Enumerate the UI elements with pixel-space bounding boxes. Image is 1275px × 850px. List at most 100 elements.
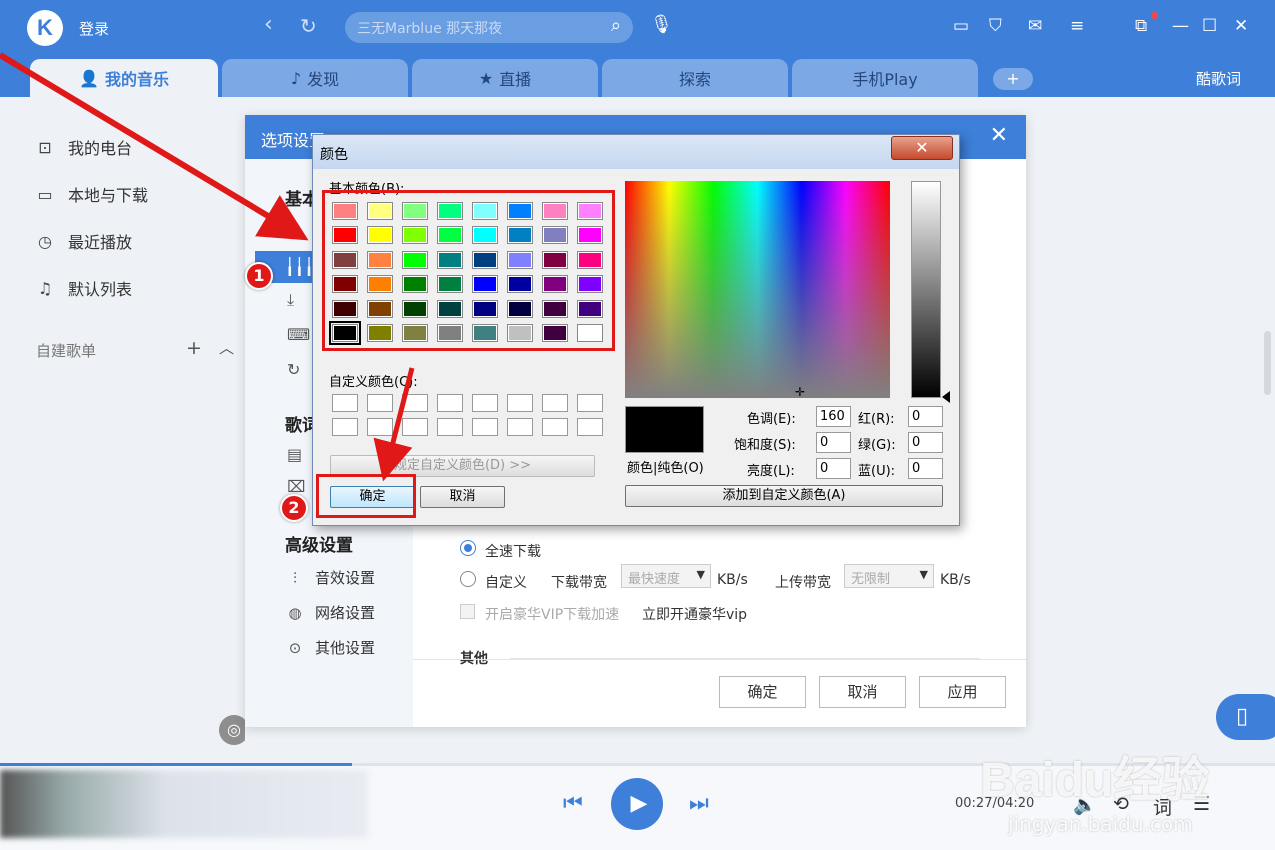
custom-color-swatch[interactable] <box>542 394 568 412</box>
color-spectrum[interactable] <box>625 181 890 398</box>
vip-accel-checkbox[interactable] <box>460 604 475 619</box>
upload-bandwidth-label: 上传带宽 <box>775 575 831 591</box>
color-title-bar: 颜色 ✕ <box>313 135 959 169</box>
nav-sound-effects[interactable]: ⫶ 音效设置 <box>285 567 375 588</box>
options-close-icon[interactable]: ✕ <box>990 123 1008 148</box>
tab-discover[interactable]: ♪ 发现 <box>222 59 408 97</box>
step-1-marker: 1 <box>245 262 273 290</box>
mail-icon[interactable]: ✉ <box>1028 16 1042 36</box>
custom-color-swatch[interactable] <box>507 418 533 436</box>
phone-connect-icon[interactable]: ▯ <box>1216 694 1275 740</box>
crosshair-icon[interactable]: ✛ <box>795 385 805 399</box>
luminance-input[interactable]: 0 <box>816 458 851 479</box>
green-input[interactable]: 0 <box>908 432 943 453</box>
mini-mode-icon[interactable]: ⧉ <box>1135 16 1147 36</box>
add-tab-button[interactable]: + <box>993 68 1033 90</box>
maximize-icon[interactable]: ☐ <box>1202 16 1217 36</box>
hue-input[interactable]: 160 <box>816 406 851 427</box>
custom-color-swatch[interactable] <box>332 394 358 412</box>
color-close-button[interactable]: ✕ <box>891 136 953 160</box>
monitor-icon: ▭ <box>37 184 53 204</box>
custom-color-swatch[interactable] <box>437 418 463 436</box>
search-input[interactable]: 三无Marblue 那天那夜 <box>357 18 502 38</box>
refresh-icon[interactable]: ↻ <box>300 14 317 38</box>
green-label: 绿(G): <box>858 438 896 453</box>
custom-color-swatch[interactable] <box>402 394 428 412</box>
tab-mobile-play[interactable]: 手机Play <box>792 59 978 97</box>
update-icon[interactable]: ↻ <box>287 360 300 379</box>
screen-icon[interactable]: ▭ <box>953 16 969 36</box>
search-box[interactable]: 三无Marblue 那天那夜 ⌕ <box>345 12 633 43</box>
scrollbar[interactable] <box>1264 331 1271 395</box>
previous-icon[interactable]: ⏮ <box>563 791 583 816</box>
section-advanced: 高级设置 <box>285 536 353 556</box>
download-icon[interactable]: ⤓ <box>287 290 294 310</box>
chevron-up-icon[interactable]: ︿ <box>219 337 234 358</box>
kugou-logo[interactable]: K <box>27 10 63 46</box>
options-ok-button[interactable]: 确定 <box>719 676 806 708</box>
custom-color-swatch[interactable] <box>367 394 393 412</box>
playlist-icon: ♫ <box>37 278 53 298</box>
custom-color-swatch[interactable] <box>507 394 533 412</box>
settings-icon[interactable]: ⚙ <box>287 219 301 238</box>
custom-color-swatch[interactable] <box>472 418 498 436</box>
custom-color-swatch[interactable] <box>472 394 498 412</box>
custom-speed-radio[interactable] <box>460 571 476 587</box>
song-info-blurred <box>0 770 368 838</box>
minimize-icon[interactable]: — <box>1172 16 1189 36</box>
vip-link[interactable]: 立即开通豪华vip <box>642 604 747 624</box>
other-section-label: 其他 <box>460 651 488 667</box>
back-icon[interactable]: ‹ <box>264 12 273 37</box>
custom-color-swatch[interactable] <box>437 394 463 412</box>
options-apply-button[interactable]: 应用 <box>919 676 1006 708</box>
tab-live[interactable]: ★ 直播 <box>412 59 598 97</box>
lyrics-button[interactable]: 酷歌词 <box>1196 68 1241 89</box>
options-cancel-button[interactable]: 取消 <box>819 676 906 708</box>
custom-color-swatch[interactable] <box>367 418 393 436</box>
add-playlist-icon[interactable]: + <box>186 337 202 359</box>
red-label: 红(R): <box>858 412 895 427</box>
custom-colors-label: 自定义颜色(C): <box>329 375 418 390</box>
upload-speed-select[interactable]: 无限制 ▼ <box>844 564 934 588</box>
custom-color-swatch[interactable] <box>402 418 428 436</box>
dropdown-arrow-icon: ▼ <box>696 568 705 581</box>
lyrics-icon[interactable]: ▤ <box>287 445 302 464</box>
next-icon[interactable]: ⏭ <box>689 791 709 816</box>
nav-network[interactable]: ◍ 网络设置 <box>285 602 375 623</box>
custom-color-swatch[interactable] <box>577 394 603 412</box>
skin-icon[interactable]: ⛉ <box>989 16 1002 36</box>
luminance-slider[interactable] <box>911 181 941 398</box>
sidebar: ⊡ 我的电台 ▭ 本地与下载 ◷ 最近播放 ♫ 默认列表 自建歌单 + ︿ <box>0 97 245 763</box>
color-cancel-button[interactable]: 取消 <box>420 486 505 508</box>
tab-my-music[interactable]: 👤 我的音乐 <box>30 59 218 97</box>
login-link[interactable]: 登录 <box>79 18 109 39</box>
close-icon[interactable]: ✕ <box>1234 16 1248 36</box>
download-speed-select[interactable]: 最快速度 ▼ <box>621 564 711 588</box>
tab-explore[interactable]: 探索 <box>602 59 788 97</box>
desktop-lyrics-icon[interactable]: ⌧ <box>287 477 305 496</box>
play-button[interactable]: ▶ <box>611 778 663 830</box>
custom-color-swatch[interactable] <box>332 418 358 436</box>
keyboard-icon[interactable]: ⌨ <box>287 325 310 344</box>
sidebar-item-local[interactable]: ▭ 本地与下载 <box>36 182 148 206</box>
sidebar-item-default-list[interactable]: ♫ 默认列表 <box>36 276 132 300</box>
microphone-icon[interactable]: 🎙 <box>650 14 673 35</box>
sidebar-item-recent[interactable]: ◷ 最近播放 <box>36 229 132 253</box>
saturation-input[interactable]: 0 <box>816 432 851 453</box>
luminance-pointer-icon[interactable] <box>942 391 950 403</box>
custom-playlist-header: 自建歌单 <box>36 342 97 360</box>
add-to-custom-colors-button[interactable]: 添加到自定义颜色(A) <box>625 485 943 507</box>
vip-accel-label: 开启豪华VIP下载加速 <box>485 607 620 623</box>
upload-unit: KB/s <box>940 572 971 588</box>
full-speed-radio[interactable] <box>460 540 476 556</box>
nav-other[interactable]: ⊙ 其他设置 <box>285 637 375 658</box>
menu-icon[interactable]: ≡ <box>1070 16 1084 36</box>
hue-label: 色调(E): <box>747 412 796 427</box>
sidebar-item-radio[interactable]: ⊡ 我的电台 <box>36 135 132 159</box>
blue-input[interactable]: 0 <box>908 458 943 479</box>
search-icon[interactable]: ⌕ <box>611 15 621 36</box>
luminance-label: 亮度(L): <box>747 464 795 479</box>
custom-color-swatch[interactable] <box>542 418 568 436</box>
red-input[interactable]: 0 <box>908 406 943 427</box>
custom-color-swatch[interactable] <box>577 418 603 436</box>
